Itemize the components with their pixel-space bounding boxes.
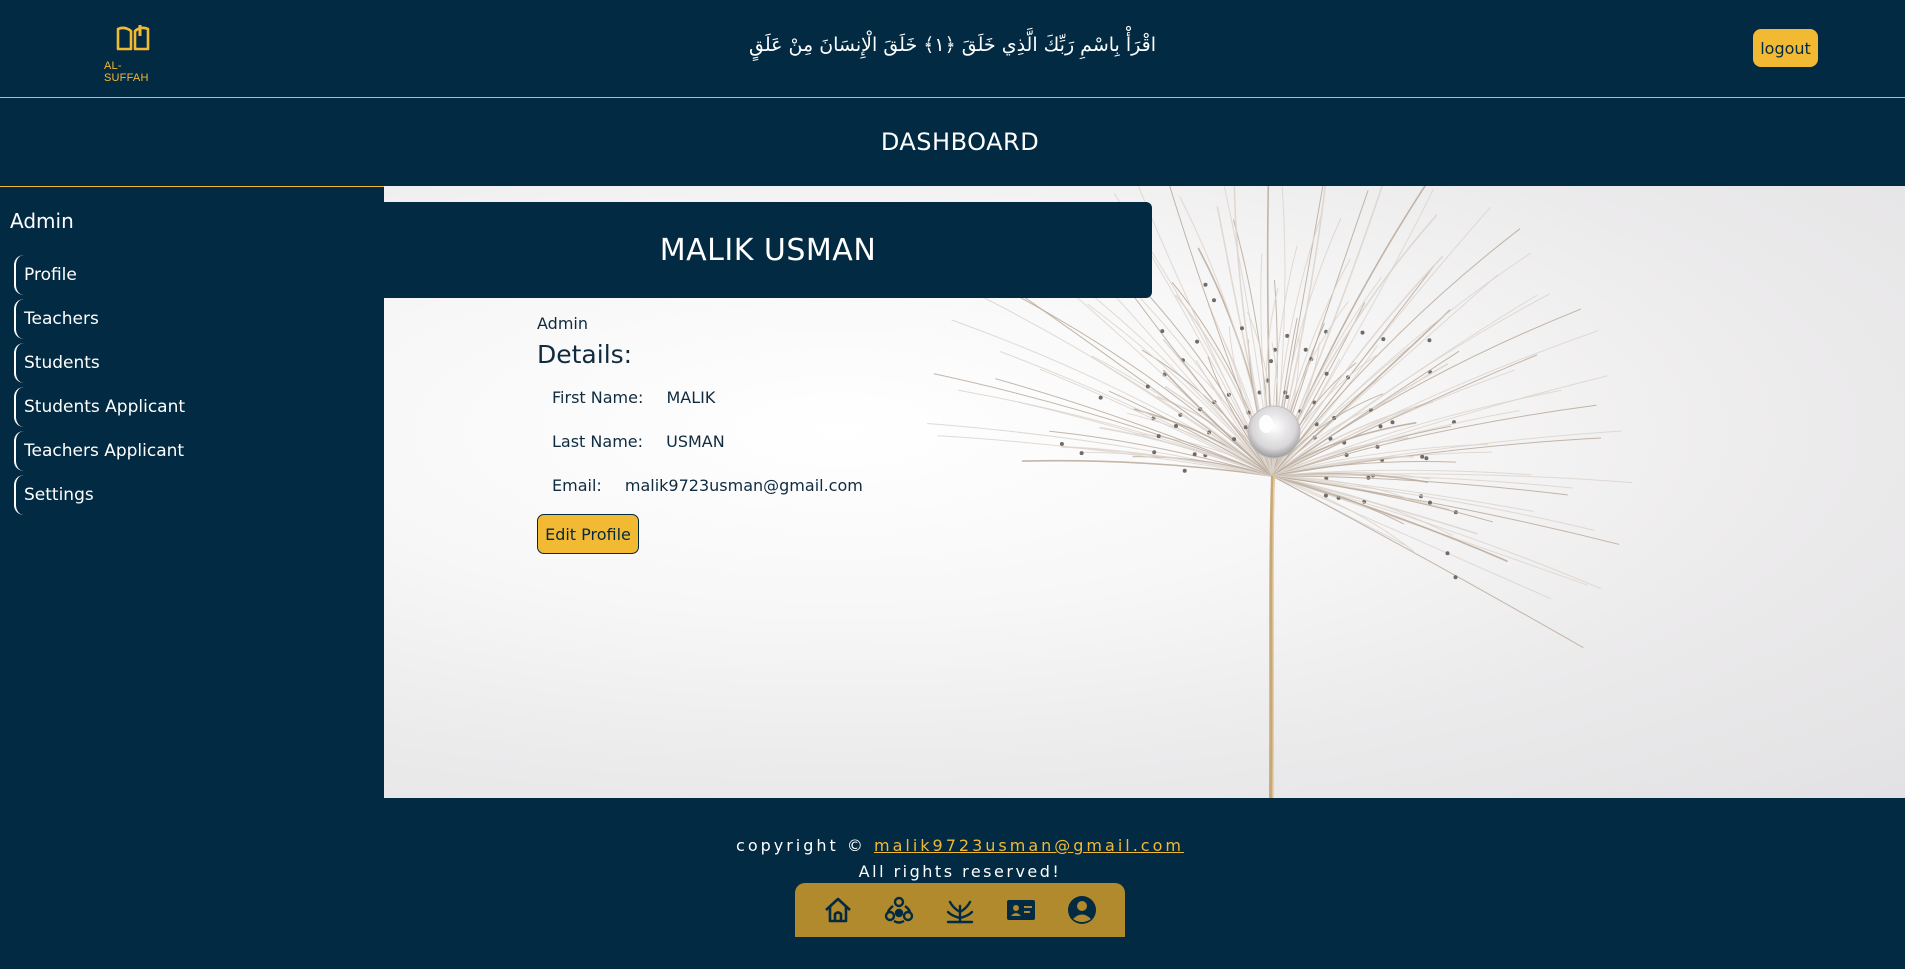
last-name-label: Last Name:: [552, 432, 644, 451]
dew-drop: [1445, 551, 1450, 556]
dew-drop: [1212, 298, 1216, 303]
logo-text: AL-SUFFAH: [104, 60, 149, 84]
profile-name: MALIK USMAN: [659, 232, 877, 268]
dew-drop: [1427, 338, 1432, 343]
sidebar-menu: Profile Teachers Students Students Appli…: [14, 255, 185, 519]
bottom-nav: [795, 883, 1125, 937]
first-name-row: First Name: MALIK: [552, 388, 715, 407]
dew-drop: [1428, 500, 1432, 505]
sidebar: Admin Profile Teachers Students Students…: [0, 186, 384, 798]
email-label: Email:: [552, 476, 602, 495]
copyright-line: copyright © malik9723usman@gmail.com: [0, 836, 1905, 855]
dew-drop: [1232, 437, 1237, 442]
first-name-label: First Name:: [552, 388, 644, 407]
copyright-text: copyright ©: [736, 836, 874, 855]
sidebar-title: Admin: [10, 209, 74, 233]
quran-verse: اقْرَأْ بِاسْمِ رَبِّكَ الَّذِي خَلَقَ ﴿…: [749, 34, 1156, 56]
dew-drop: [1420, 454, 1425, 459]
dew-drop: [1381, 337, 1386, 342]
main-content: MALIK USMAN Admin Details: First Name: M…: [384, 186, 1905, 798]
first-name-value: MALIK: [666, 388, 716, 407]
dew-drop: [1174, 424, 1178, 428]
community-icon[interactable]: [882, 893, 916, 927]
dandelion-fiber: [999, 351, 1273, 477]
dew-drop: [1453, 575, 1458, 580]
sidebar-item-teachers-applicant[interactable]: Teachers Applicant: [14, 431, 185, 471]
dandelion-fiber: [1271, 354, 1538, 477]
dashboard-header: DASHBOARD: [0, 98, 1905, 186]
logout-button[interactable]: logout: [1753, 29, 1818, 67]
sidebar-item-settings[interactable]: Settings: [14, 475, 185, 515]
dew-drop: [1059, 442, 1064, 446]
dew-drop: [1390, 420, 1395, 425]
dew-drop: [1324, 371, 1329, 376]
footer: copyright © malik9723usman@gmail.com All…: [0, 798, 1905, 969]
sidebar-item-label: Teachers: [24, 309, 99, 329]
profile-name-banner: MALIK USMAN: [384, 202, 1152, 298]
account-icon[interactable]: [1065, 893, 1099, 927]
sidebar-item-label: Students Applicant: [24, 397, 186, 417]
copyright-email-link[interactable]: malik9723usman@gmail.com: [874, 836, 1184, 855]
home-icon[interactable]: [821, 893, 855, 927]
sidebar-item-label: Teachers Applicant: [24, 441, 185, 461]
dew-drop: [1203, 282, 1208, 287]
dew-drop: [1156, 434, 1161, 439]
dandelion-fiber: [1271, 475, 1620, 545]
rights-text: All rights reserved!: [858, 862, 1062, 881]
page-title: DASHBOARD: [880, 128, 1040, 156]
sidebar-item-label: Students: [24, 353, 100, 373]
profile-role: Admin: [537, 314, 588, 333]
dew-drop: [1152, 450, 1157, 455]
sidebar-item-label: Profile: [24, 265, 77, 285]
dew-drop: [1378, 424, 1383, 429]
dandelion-fiber: [1271, 475, 1588, 586]
dew-drop: [1285, 333, 1290, 338]
email-row: Email: malik9723usman@gmail.com: [552, 476, 863, 495]
dew-drop: [1303, 347, 1308, 352]
email-value: malik9723usman@gmail.com: [624, 476, 863, 495]
edit-profile-button[interactable]: Edit Profile: [537, 514, 639, 554]
dew-drop: [1424, 456, 1429, 461]
top-bar: AL-SUFFAH اقْرَأْ بِاسْمِ رَبِّكَ الَّذِ…: [0, 0, 1905, 98]
sidebar-item-profile[interactable]: Profile: [14, 255, 185, 295]
dew-drop: [1145, 384, 1150, 389]
dew-drop: [1192, 452, 1197, 457]
dew-drop: [1240, 326, 1244, 331]
sidebar-item-label: Settings: [24, 485, 94, 505]
id-card-icon[interactable]: [1004, 893, 1038, 927]
sidebar-item-teachers[interactable]: Teachers: [14, 299, 185, 339]
dew-drop: [1360, 330, 1365, 335]
dew-drop: [1079, 451, 1084, 456]
dew-drop: [1182, 468, 1187, 473]
dew-drop: [1195, 339, 1200, 344]
dew-drop: [1269, 359, 1273, 364]
dew-drop: [1160, 329, 1165, 334]
sidebar-item-students-applicant[interactable]: Students Applicant: [14, 387, 185, 427]
last-name-value: USMAN: [666, 432, 725, 451]
growth-icon[interactable]: [943, 893, 977, 927]
sidebar-item-students[interactable]: Students: [14, 343, 185, 383]
details-heading: Details:: [537, 340, 633, 369]
last-name-row: Last Name: USMAN: [552, 432, 725, 451]
